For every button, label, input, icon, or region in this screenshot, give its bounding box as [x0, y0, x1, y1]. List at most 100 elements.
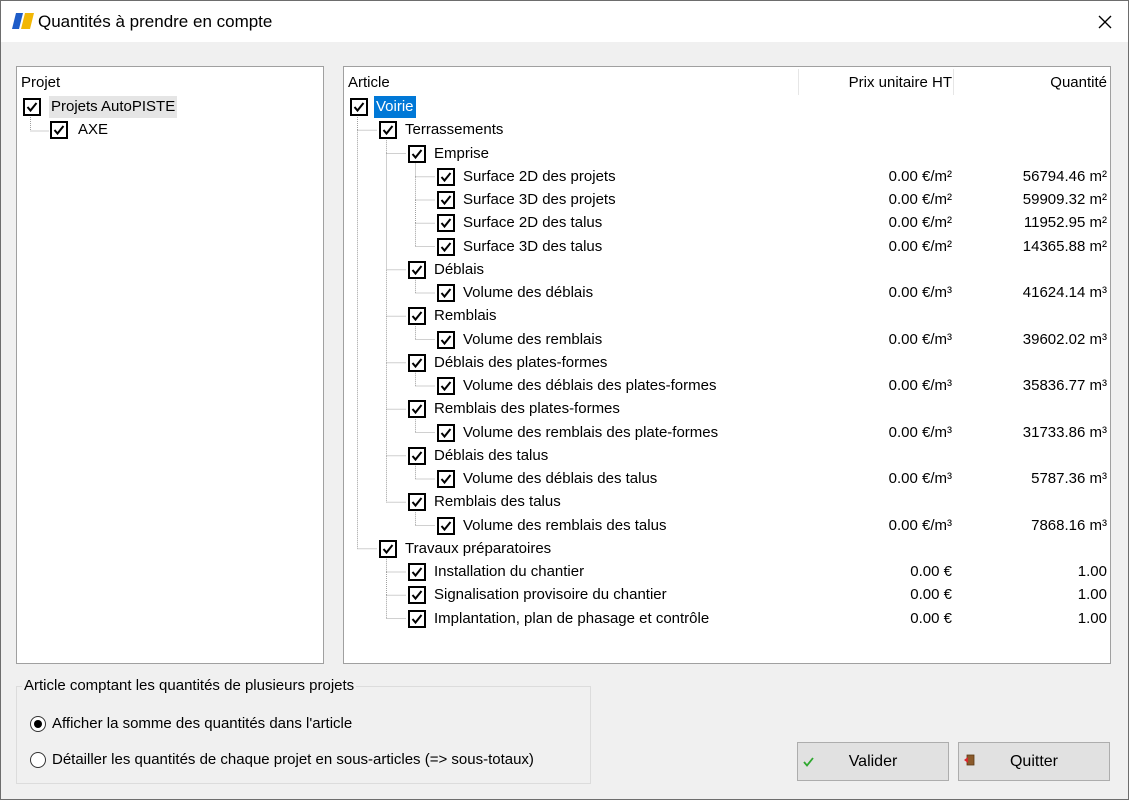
- article-label: Surface 2D des projets: [463, 167, 616, 185]
- article-row[interactable]: Déblais des plates-formes: [344, 352, 1109, 375]
- checkbox[interactable]: [408, 260, 426, 279]
- article-tree-panel[interactable]: Article Prix unitaire HT Quantité Voirie…: [343, 66, 1111, 664]
- article-row[interactable]: Remblais des talus: [344, 491, 1109, 514]
- checkbox[interactable]: [437, 330, 455, 349]
- checkbox[interactable]: [437, 284, 455, 302]
- checkbox[interactable]: [350, 98, 368, 116]
- project-column-header[interactable]: Projet: [21, 74, 60, 96]
- checkmark-icon: [411, 265, 423, 275]
- checkbox[interactable]: [408, 446, 426, 465]
- article-row[interactable]: Volume des remblais 0.00 €/m³ 39602.02 m³: [344, 329, 1109, 352]
- article-row[interactable]: Surface 3D des talus 0.00 €/m² 14365.88 m²: [344, 236, 1109, 259]
- options-group-title: Article comptant les quantités de plusie…: [22, 677, 357, 695]
- checkmark-icon: [382, 125, 394, 136]
- article-row[interactable]: Déblais: [344, 259, 1109, 282]
- checkbox[interactable]: [408, 586, 426, 605]
- article-row[interactable]: Remblais des plates-formes: [344, 398, 1109, 421]
- checkmark-icon: [411, 451, 423, 461]
- article-label: Remblais: [434, 307, 497, 325]
- article-row[interactable]: Remblais: [344, 305, 1109, 328]
- article-label: Volume des remblais: [463, 330, 603, 348]
- close-icon: [1098, 15, 1112, 28]
- checkbox[interactable]: [437, 214, 455, 233]
- checkmark-icon: [411, 311, 423, 322]
- quit-button[interactable]: Quitter: [958, 742, 1110, 781]
- checkbox[interactable]: [408, 493, 426, 512]
- article-row[interactable]: Volume des déblais 0.00 €/m³ 41624.14 m³: [344, 282, 1109, 305]
- checkmark-icon: [411, 613, 423, 624]
- checkbox[interactable]: [408, 144, 426, 163]
- radio-option-sum[interactable]: Afficher la somme des quantités dans l'a…: [30, 715, 530, 737]
- article-row[interactable]: Voirie: [344, 96, 1109, 119]
- checkmark-icon: [440, 520, 452, 531]
- article-row[interactable]: Installation du chantier 0.00 € 1.00: [344, 561, 1109, 584]
- article-label: Déblais: [434, 260, 485, 278]
- radio-option-detail[interactable]: Détailler les quantités de chaque projet…: [30, 751, 580, 773]
- checkbox[interactable]: [437, 167, 455, 186]
- article-row[interactable]: Volume des déblais des talus 0.00 €/m³ 578…: [344, 468, 1109, 491]
- validate-label: Valider: [848, 753, 898, 770]
- article-row[interactable]: Volume des remblais des plate-formes 0.00…: [344, 422, 1109, 445]
- quantity-column-header[interactable]: Quantité: [956, 74, 1107, 96]
- article-label: Installation du chantier: [434, 563, 585, 580]
- article-row[interactable]: Terrassements: [344, 119, 1109, 142]
- article-label: Volume des déblais: [463, 284, 594, 301]
- project-item-root[interactable]: Projets AutoPISTE: [21, 96, 311, 119]
- article-row[interactable]: Travaux préparatoires: [344, 538, 1109, 561]
- article-label: Volume des remblais des plate-formes: [463, 423, 719, 441]
- unit-price-cell: 0.00 €/m³: [888, 330, 952, 348]
- article-row[interactable]: Volume des déblais des plates-formes 0.00…: [344, 375, 1109, 398]
- column-divider[interactable]: [953, 69, 954, 95]
- checkbox[interactable]: [408, 307, 426, 326]
- checkbox[interactable]: [437, 191, 455, 209]
- column-divider[interactable]: [798, 69, 799, 95]
- article-label: Surface 3D des projets: [463, 191, 616, 208]
- project-item-axe[interactable]: AXE: [50, 119, 310, 142]
- project-tree-panel[interactable]: Projet Projets AutoPISTE AXE: [16, 66, 324, 664]
- article-label: Voirie: [374, 96, 416, 118]
- unit-price-cell: 0.00 €: [910, 563, 952, 580]
- article-row[interactable]: Surface 2D des projets 0.00 €/m² 56794.46 …: [344, 166, 1109, 189]
- checkbox[interactable]: [379, 539, 397, 558]
- checkbox[interactable]: [50, 121, 68, 139]
- checkbox[interactable]: [437, 516, 455, 535]
- radio-button[interactable]: [30, 752, 46, 768]
- quantity-cell: 39602.02 m³: [1022, 330, 1107, 348]
- validate-button[interactable]: Valider: [797, 742, 949, 781]
- article-row[interactable]: Signalisation provisoire du chantier 0.00…: [344, 584, 1109, 607]
- unit-price-cell: 0.00 €/m³: [888, 377, 952, 394]
- article-row[interactable]: Surface 3D des projets 0.00 €/m² 59909.32 …: [344, 189, 1109, 212]
- price-column-header[interactable]: Prix unitaire HT: [802, 74, 952, 96]
- checkbox[interactable]: [437, 237, 455, 256]
- article-row[interactable]: Emprise: [344, 143, 1109, 166]
- checkbox[interactable]: [437, 470, 455, 488]
- checkbox[interactable]: [437, 377, 455, 395]
- article-row[interactable]: Implantation, plan de phasage et contrôl…: [344, 608, 1109, 631]
- checkbox[interactable]: [23, 98, 41, 116]
- window-title: Quantités à prendre en compte: [38, 12, 273, 31]
- checkmark-icon: [440, 288, 452, 299]
- unit-price-cell: 0.00 €/m³: [888, 470, 952, 487]
- article-column-header[interactable]: Article: [348, 74, 390, 96]
- checkbox[interactable]: [408, 563, 426, 581]
- article-row[interactable]: Volume des remblais des talus 0.00 €/m³ 78…: [344, 515, 1109, 538]
- article-row[interactable]: Déblais des talus: [344, 445, 1109, 468]
- quantity-cell: 5787.36 m³: [1031, 470, 1107, 487]
- article-row[interactable]: Surface 2D des talus 0.00 €/m² 11952.95 m²: [344, 212, 1109, 235]
- checkbox[interactable]: [379, 121, 397, 140]
- checkbox[interactable]: [408, 353, 426, 372]
- unit-price-cell: 0.00 €/m²: [888, 214, 952, 232]
- checkbox[interactable]: [408, 609, 426, 628]
- article-label: Déblais des talus: [434, 446, 549, 464]
- checkmark-icon: [440, 172, 452, 182]
- checkbox[interactable]: [437, 423, 455, 442]
- checkmark-icon: [440, 334, 452, 345]
- checkmark-icon: [411, 497, 423, 508]
- close-button[interactable]: [1082, 1, 1128, 42]
- quantity-cell: 59909.32 m²: [1022, 191, 1107, 208]
- checkmark-icon: [440, 218, 452, 229]
- checkmark-icon: [26, 102, 38, 113]
- checkbox[interactable]: [408, 400, 426, 419]
- project-label: AXE: [78, 121, 109, 138]
- radio-button[interactable]: [30, 716, 46, 732]
